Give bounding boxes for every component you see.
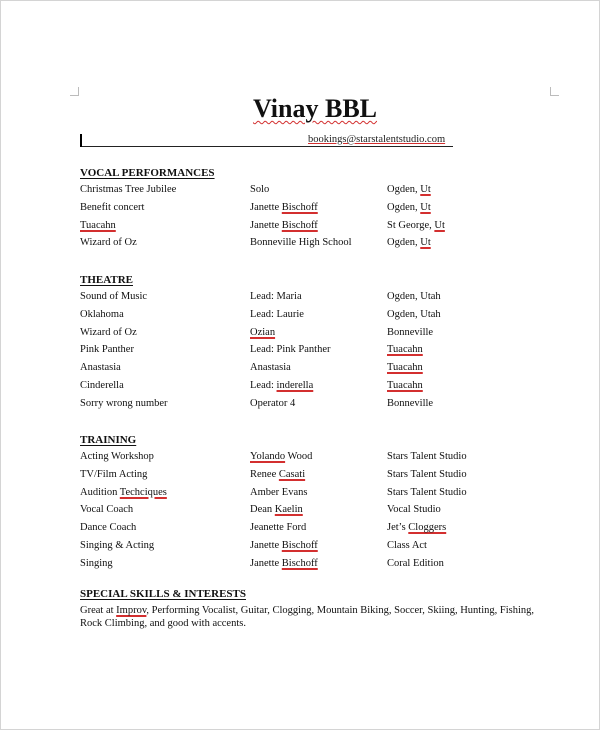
role-cell: Dean Kaelin	[250, 504, 303, 516]
event-cell: Pink Panther	[80, 344, 134, 356]
role-cell: Ozian	[250, 326, 276, 338]
role-cell: Jeanette Ford	[250, 522, 307, 534]
section-heading-skills: SPECIAL SKILLS & INTERESTS	[80, 588, 246, 600]
role-cell: Yolando Wood	[250, 451, 313, 462]
event-cell: TV/Film Acting	[80, 468, 148, 480]
location-cell: Ogden, Utah	[387, 308, 441, 320]
name-text[interactable]: Vinay BBL	[253, 94, 377, 123]
location-cell: Coral Edition	[387, 557, 444, 569]
event-cell: Singing & Acting	[80, 540, 155, 551]
location-cell: Ogden, Ut	[387, 184, 431, 195]
document-page[interactable]: Vinay BBL bookings@starstalentstudio.com…	[0, 0, 600, 730]
role-cell: Janette Bischoff	[250, 201, 318, 213]
event-cell: Christmas Tree Jubilee	[80, 184, 177, 195]
location-cell: Stars Talent Studio	[387, 486, 467, 498]
role-cell: Lead: Maria	[250, 291, 302, 302]
list-item[interactable]: Benefit concert Janette Bischoff Ogden, Ut	[80, 201, 560, 219]
event-cell: Oklahoma	[80, 308, 124, 320]
location-cell: Ogden, Ut	[387, 237, 431, 249]
event-cell: Acting Workshop	[80, 451, 154, 462]
list-item[interactable]: Wizard of Oz Bonneville High School Ogden,…	[80, 236, 560, 254]
event-cell: Vocal Coach	[80, 504, 134, 516]
location-cell: Stars Talent Studio	[387, 451, 467, 462]
text-cursor	[80, 134, 82, 147]
role-cell: Bonneville High School	[250, 237, 352, 249]
event-cell: Tuacahn	[80, 219, 116, 231]
resume-name-heading[interactable]: Vinay BBL	[1, 93, 600, 125]
list-item[interactable]: Acting Workshop Yolando Wood Stars Talent …	[80, 450, 560, 468]
role-cell: Operator 4	[250, 397, 296, 409]
location-cell: Tuacahn	[387, 362, 423, 374]
skills-paragraph[interactable]: Great at Improv, Performing Vocalist, Gu…	[80, 604, 540, 630]
role-cell: Renee Casati	[250, 468, 306, 480]
location-cell: Vocal Studio	[387, 504, 441, 516]
event-cell: Cinderella	[80, 380, 124, 391]
location-cell: Bonneville	[387, 326, 434, 338]
list-item[interactable]: Vocal Coach Dean Kaelin Vocal Studio	[80, 503, 560, 521]
role-cell: Amber Evans	[250, 486, 308, 498]
list-item[interactable]: Sound of Music Lead: Maria Ogden, Utah	[80, 290, 560, 308]
event-cell: Wizard of Oz	[80, 326, 137, 338]
role-cell: Anastasia	[250, 362, 291, 374]
list-item[interactable]: Oklahoma Lead: Laurie Ogden, Utah	[80, 308, 560, 326]
list-item[interactable]: Christmas Tree Jubilee Solo Ogden, Ut	[80, 183, 560, 201]
event-cell: Singing	[80, 557, 113, 569]
list-item[interactable]: Dance Coach Jeanette Ford Jet’s Cloggers	[80, 521, 560, 539]
location-cell: Stars Talent Studio	[387, 468, 467, 480]
section-heading-vocal: VOCAL PERFORMANCES	[80, 167, 215, 179]
event-cell: Audition Techciques	[80, 486, 167, 498]
section-heading-training: TRAINING	[80, 434, 137, 446]
role-cell: Janette Bischoff	[250, 540, 318, 551]
event-cell: Dance Coach	[80, 522, 137, 534]
location-cell: Ogden, Utah	[387, 291, 441, 302]
event-cell: Anastasia	[80, 362, 121, 374]
event-cell: Sound of Music	[80, 291, 148, 302]
list-item[interactable]: Cinderella Lead: inderella Tuacahn	[80, 379, 560, 397]
role-cell: Lead: inderella	[250, 380, 314, 391]
list-item[interactable]: Singing & Acting Janette Bischoff Class Ac…	[80, 539, 560, 557]
role-cell: Janette Bischoff	[250, 219, 318, 231]
location-cell: Tuacahn	[387, 344, 423, 356]
location-cell: Class Act	[387, 540, 427, 551]
list-item[interactable]: Tuacahn Janette Bischoff St George, Ut	[80, 219, 560, 237]
list-item[interactable]: Audition Techciques Amber Evans Stars Tale…	[80, 486, 560, 504]
list-item[interactable]: Anastasia Anastasia Tuacahn	[80, 361, 560, 379]
event-cell: Sorry wrong number	[80, 397, 168, 409]
role-cell: Solo	[250, 184, 270, 195]
list-item[interactable]: Sorry wrong number Operator 4 Bonneville	[80, 397, 560, 415]
location-cell: St George, Ut	[387, 219, 445, 231]
list-item[interactable]: Singing Janette Bischoff Coral Edition	[80, 557, 560, 575]
event-cell: Wizard of Oz	[80, 237, 137, 249]
section-heading-theatre: THEATRE	[80, 274, 133, 286]
location-cell: Bonneville	[387, 397, 434, 409]
list-item[interactable]: Wizard of Oz Ozian Bonneville	[80, 326, 560, 344]
list-item[interactable]: TV/Film Acting Renee Casati Stars Talent S…	[80, 468, 560, 486]
event-cell: Benefit concert	[80, 201, 145, 213]
role-cell: Lead: Pink Panther	[250, 344, 331, 356]
contact-line[interactable]: bookings@starstalentstudio.com	[80, 134, 453, 147]
role-cell: Lead: Laurie	[250, 308, 304, 320]
list-item[interactable]: Pink Panther Lead: Pink Panther Tuacahn	[80, 343, 560, 361]
location-cell: Jet’s Cloggers	[387, 522, 447, 534]
email-text[interactable]: bookings@starstalentstudio.com	[308, 133, 445, 146]
location-cell: Tuacahn	[387, 380, 423, 391]
location-cell: Ogden, Ut	[387, 201, 431, 213]
role-cell: Janette Bischoff	[250, 557, 318, 569]
